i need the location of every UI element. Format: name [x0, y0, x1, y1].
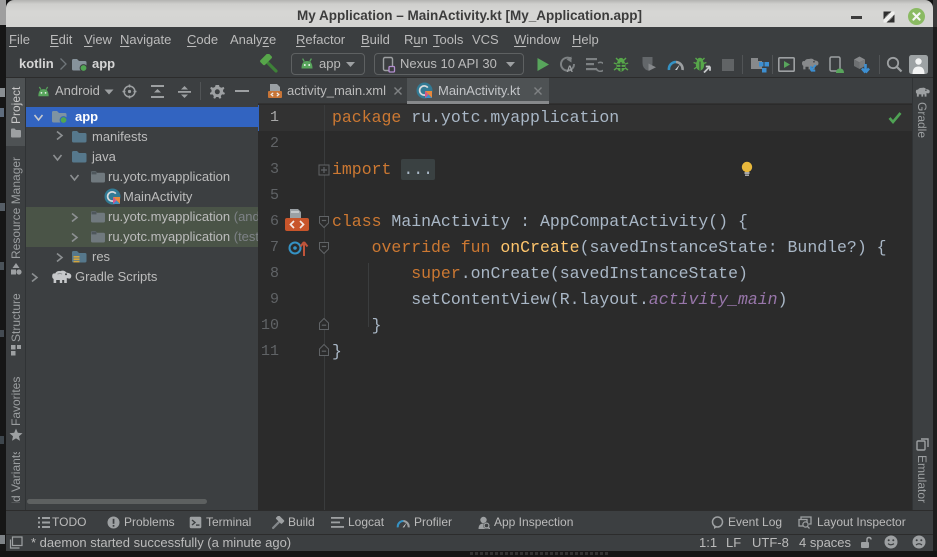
svg-text:A: A: [567, 64, 574, 73]
